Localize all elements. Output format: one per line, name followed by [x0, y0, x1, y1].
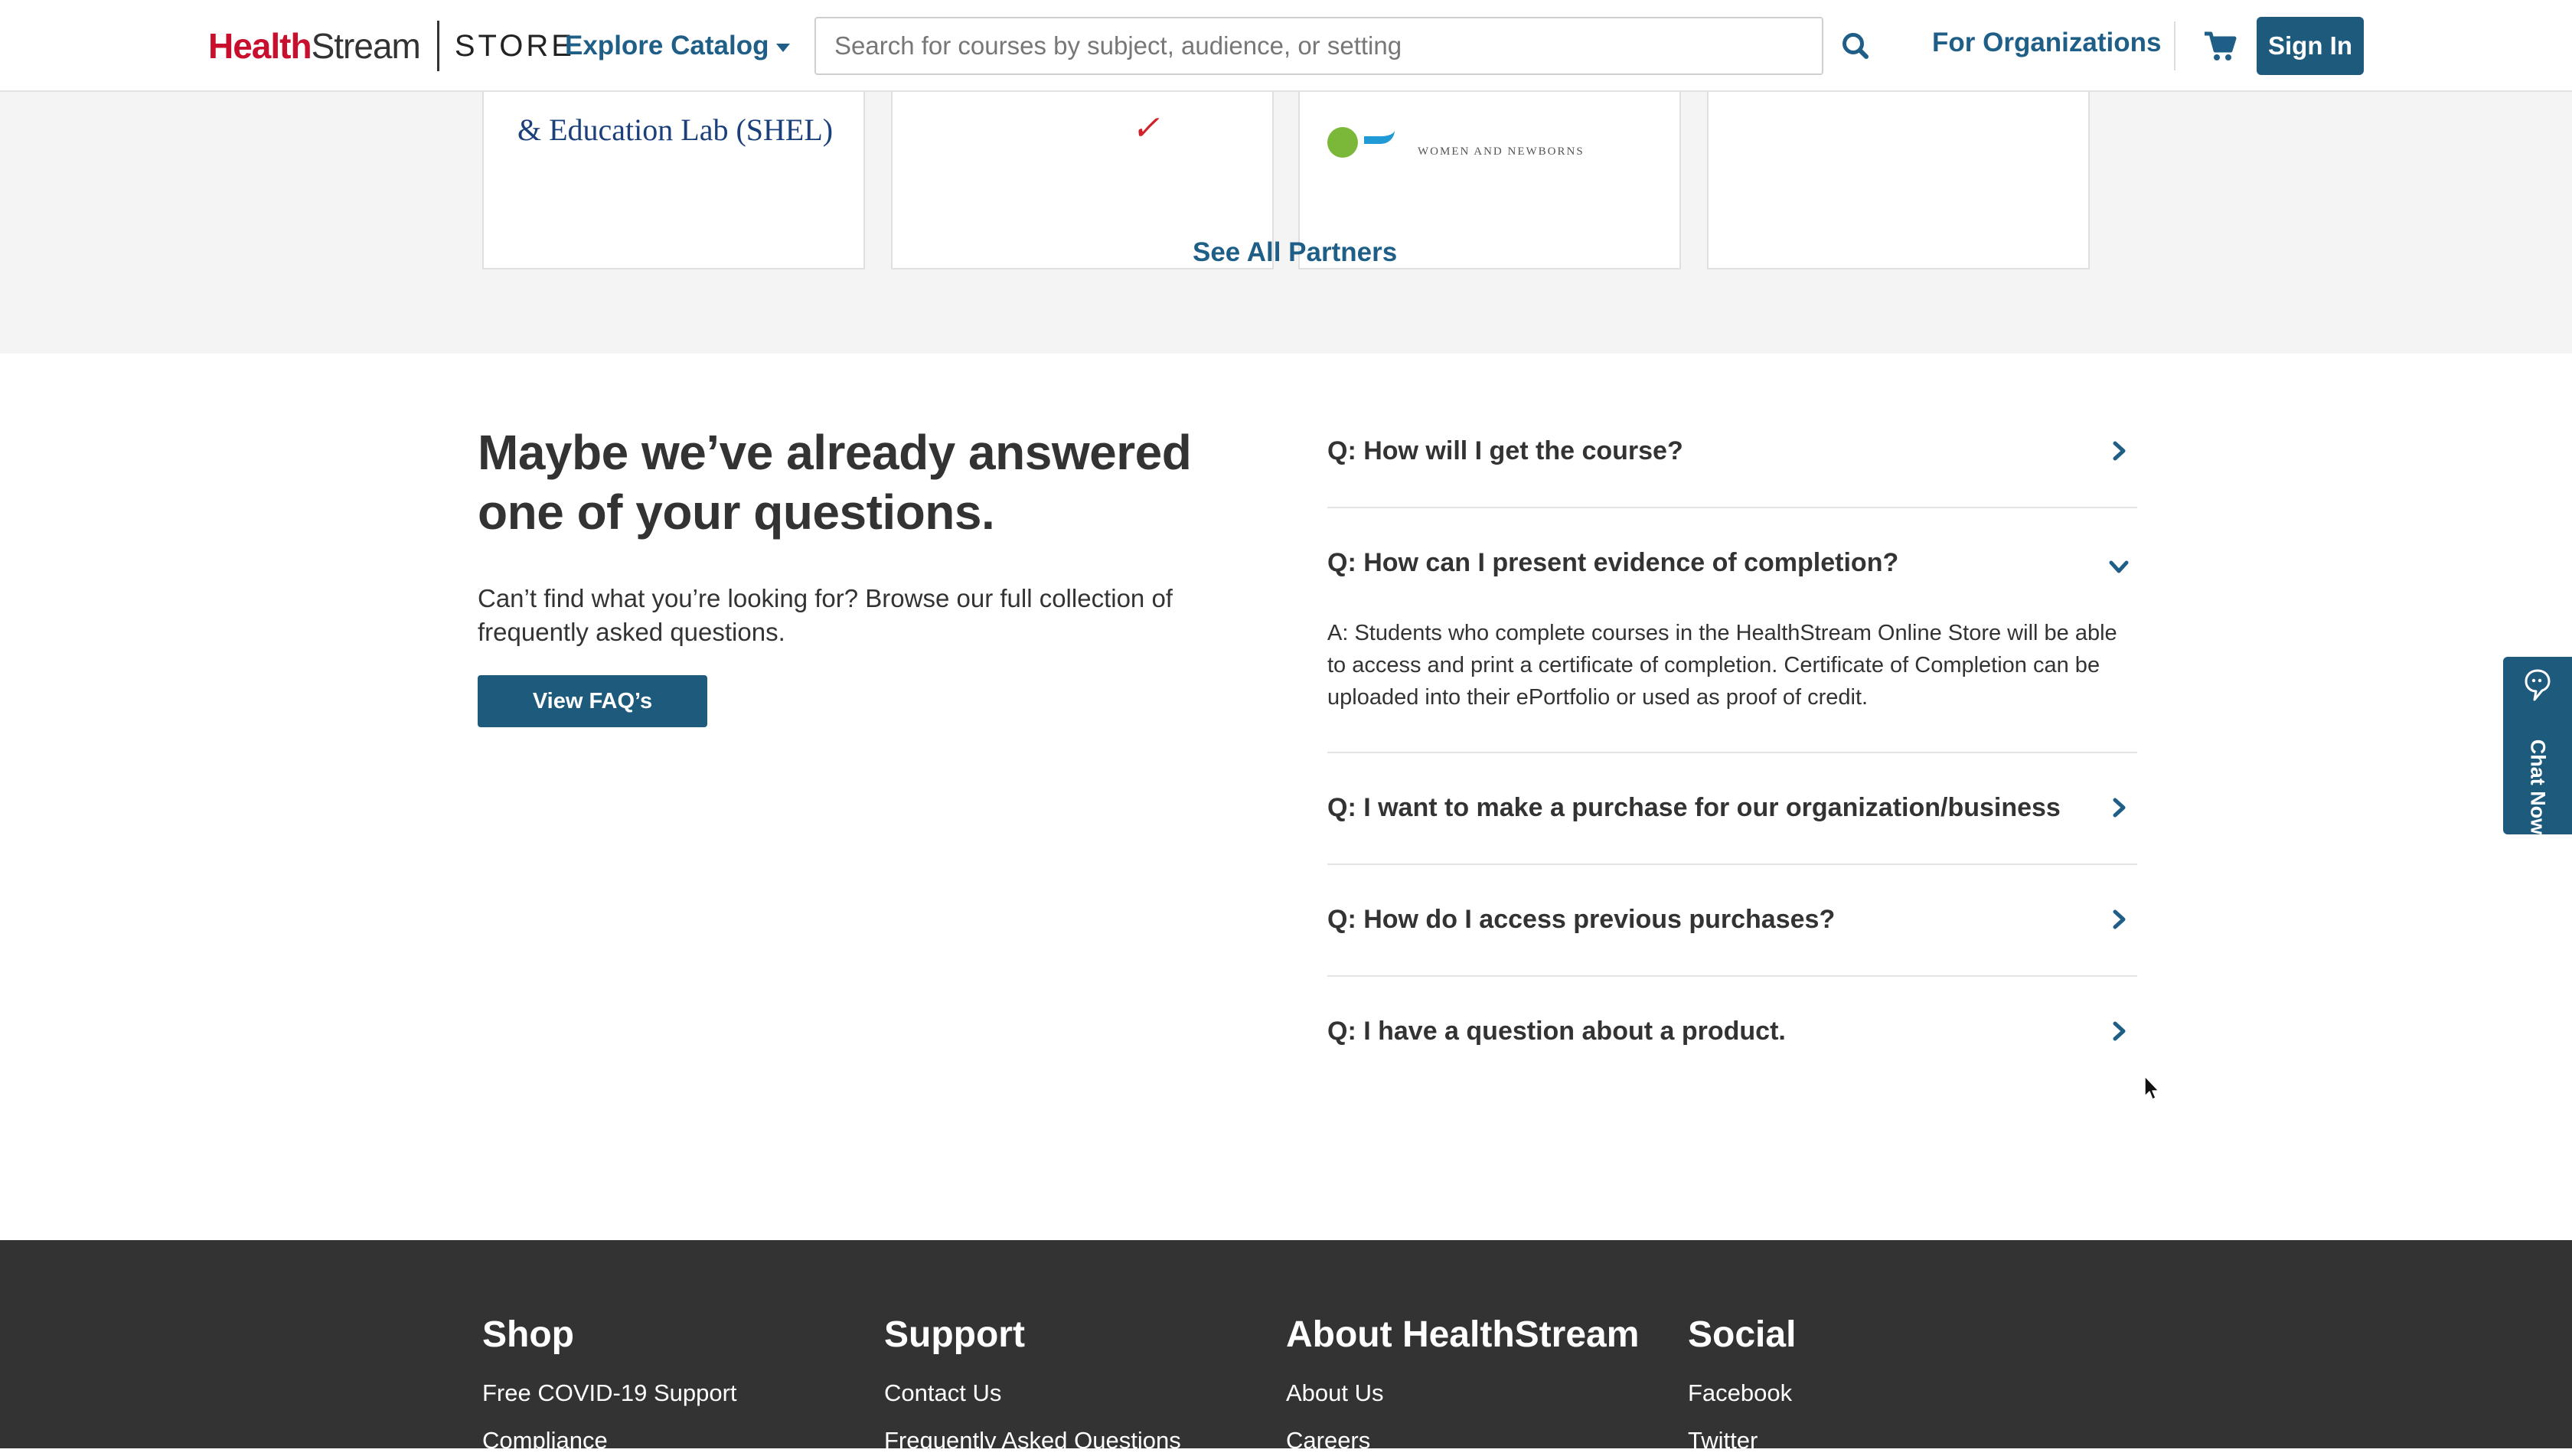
partner-logo-mark: ✓ — [1131, 109, 1160, 147]
faq-item-expanded[interactable]: Q: How can I present evidence of complet… — [1327, 507, 2137, 619]
faq-question: Q: How will I get the course? — [1327, 436, 1683, 465]
footer-heading: Support — [884, 1314, 1025, 1355]
header-divider — [2174, 21, 2175, 70]
footer-link[interactable]: Contact Us — [884, 1378, 1181, 1409]
footer-link[interactable]: Twitter — [1688, 1425, 1796, 1456]
faq-item[interactable]: Q: I want to make a purchase for our org… — [1327, 752, 2137, 863]
footer-heading: About HealthStream — [1286, 1314, 1640, 1355]
footer-column-shop: Shop Free COVID-19 Support Compliance — [482, 1314, 737, 1456]
caret-down-icon — [776, 43, 791, 52]
see-all-partners-link[interactable]: See All Partners — [1193, 237, 1397, 268]
footer-column-social: Social Facebook Twitter — [1688, 1314, 1796, 1456]
logo-divider — [436, 21, 439, 71]
chevron-down-icon — [2109, 560, 2129, 573]
cart-button[interactable] — [2202, 29, 2238, 63]
faq-question: Q: I have a question about a product. — [1327, 1016, 1786, 1046]
faq-item[interactable]: Q: I have a question about a product. — [1327, 975, 2137, 1087]
footer-link[interactable]: Facebook — [1688, 1378, 1796, 1409]
faq-subtext: Can’t find what you’re looking for? Brow… — [478, 584, 1173, 646]
site-header: Health Stream STORE Explore Catalog For … — [0, 0, 2572, 92]
partner-logo-text: WOMEN AND NEWBORNS — [1418, 145, 1585, 158]
chevron-right-icon — [2113, 798, 2126, 818]
partner-card[interactable]: & Education Lab (SHEL) — [482, 77, 865, 269]
chat-now-label: Chat Now — [2526, 739, 2550, 835]
chevron-right-icon — [2113, 1021, 2126, 1041]
faq-heading: Maybe we’ve already answered one of your… — [478, 425, 1192, 540]
explore-catalog-dropdown[interactable]: Explore Catalog — [565, 26, 791, 66]
cart-icon — [2205, 31, 2237, 60]
partner-logo-dot — [1327, 127, 1358, 158]
faq-answer: A: Students who complete courses in the … — [1327, 621, 2117, 710]
partners-section: & Education Lab (SHEL) ✓ WOMEN AND NEWBO… — [0, 77, 2572, 354]
sign-in-button[interactable]: Sign In — [2257, 17, 2364, 75]
footer-link[interactable]: About Us — [1286, 1378, 1639, 1409]
chat-bubble-icon — [2525, 669, 2551, 701]
faq-question: Q: How can I present evidence of complet… — [1327, 547, 1899, 577]
chat-now-tab[interactable]: Chat Now — [2503, 657, 2572, 834]
healthstream-store-logo[interactable]: Health Stream STORE — [208, 21, 575, 71]
logo-store-text: STORE — [454, 28, 575, 63]
footer-link[interactable]: Free COVID-19 Support — [482, 1378, 737, 1409]
logo-stream-text: Stream — [311, 26, 421, 66]
partner-logo-text: & Education Lab (SHEL) — [517, 113, 834, 147]
chevron-right-icon — [2113, 441, 2126, 461]
explore-catalog-label: Explore Catalog — [565, 31, 769, 60]
footer-link[interactable]: Frequently Asked Questions — [884, 1425, 1181, 1456]
search-box — [814, 17, 1823, 75]
site-footer: Shop Free COVID-19 Support Compliance Su… — [0, 1240, 2572, 1454]
footer-link[interactable]: Careers — [1286, 1425, 1639, 1456]
view-faqs-button[interactable]: View FAQ’s — [478, 675, 707, 727]
faq-item[interactable]: Q: How will I get the course? — [1327, 395, 2137, 507]
footer-heading: Social — [1688, 1314, 1797, 1355]
faq-item[interactable]: Q: How do I access previous purchases? — [1327, 863, 2137, 975]
for-organizations-link[interactable]: For Organizations — [1932, 28, 2161, 58]
faq-question: Q: I want to make a purchase for our org… — [1327, 792, 2061, 822]
logo-health-text: Health — [208, 26, 312, 66]
footer-column-about: About HealthStream About Us Careers — [1286, 1314, 1639, 1456]
chevron-right-icon — [2113, 909, 2126, 929]
footer-column-support: Support Contact Us Frequently Asked Ques… — [884, 1314, 1181, 1456]
partner-logo-swoosh — [1364, 130, 1395, 144]
partner-card[interactable] — [1707, 77, 2090, 269]
mouse-cursor-icon — [2144, 1076, 2159, 1100]
footer-link[interactable]: Compliance — [482, 1425, 737, 1456]
faq-question: Q: How do I access previous purchases? — [1327, 904, 1836, 934]
footer-heading: Shop — [482, 1314, 574, 1355]
search-button[interactable] — [1837, 28, 1875, 66]
search-input[interactable] — [816, 18, 1822, 73]
search-icon — [1843, 33, 1869, 59]
